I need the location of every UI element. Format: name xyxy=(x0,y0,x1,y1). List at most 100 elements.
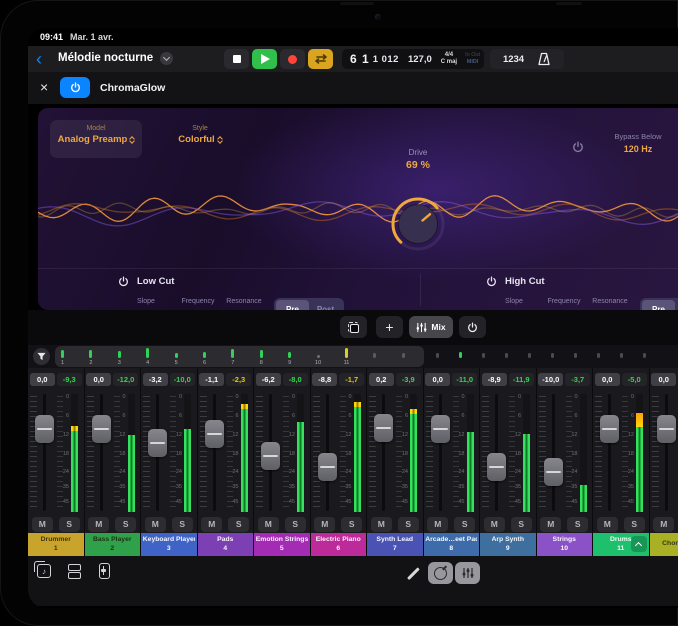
meter-scale-label: 35 xyxy=(119,484,125,490)
track-name-label[interactable]: Synth Lead 7 xyxy=(367,533,423,556)
mute-button[interactable]: M xyxy=(32,517,53,532)
track-name-label[interactable]: Arp Synth 9 xyxy=(480,533,536,556)
meter-scale-label: 0 xyxy=(518,394,521,400)
solo-button[interactable]: S xyxy=(228,517,249,532)
low-cut-frequency[interactable]: Frequency 500 Hz xyxy=(176,298,220,310)
record-button[interactable] xyxy=(280,49,305,69)
channel-volume-value[interactable]: 0,0 xyxy=(425,373,450,386)
solo-button[interactable]: S xyxy=(172,517,193,532)
track-name-label[interactable]: Drummer 1 xyxy=(28,533,84,556)
mute-button[interactable]: M xyxy=(88,517,109,532)
track-name-label[interactable]: Arcade…eet Pad 8 xyxy=(424,533,480,556)
mute-button[interactable]: M xyxy=(371,517,392,532)
channel-volume-value[interactable]: -6,2 xyxy=(256,373,281,386)
overview-meter-tick xyxy=(482,353,485,358)
overview-meter-tick xyxy=(317,355,320,358)
controls-view-button[interactable] xyxy=(428,562,453,584)
add-track-button[interactable]: + xyxy=(376,316,403,338)
lcd-display[interactable]: 6 1 1 012 127,0 4/4 C maj In Out MIDI xyxy=(342,49,484,69)
mute-button[interactable]: M xyxy=(258,517,279,532)
channel-volume-value[interactable]: 0,2 xyxy=(369,373,394,386)
pre-option[interactable]: Pre xyxy=(642,300,675,310)
channel-volume-value[interactable]: 0,0 xyxy=(651,373,676,386)
metronome-icon[interactable] xyxy=(537,52,551,66)
mute-button[interactable]: M xyxy=(427,517,448,532)
browser-button[interactable] xyxy=(66,563,82,579)
track-name-label[interactable]: Drums 11 xyxy=(593,533,649,556)
solo-button[interactable]: S xyxy=(59,517,80,532)
style-selector[interactable]: Style Colorful xyxy=(156,120,244,158)
solo-button[interactable]: S xyxy=(511,517,532,532)
collapse-chevron-button[interactable] xyxy=(631,536,647,552)
track-name-label[interactable]: Chorus V xyxy=(650,533,678,556)
loop-browser-button[interactable]: ♪ xyxy=(36,563,52,579)
meter-scale: 061218243545 xyxy=(480,390,521,515)
fader-zone: 061218243545 xyxy=(198,390,254,515)
low-cut-slope[interactable]: Slope 24 dB/Oct xyxy=(116,298,176,310)
mixer-power-button[interactable] xyxy=(459,316,486,338)
solo-button[interactable]: S xyxy=(624,517,645,532)
track-name-label[interactable]: Electric Piano 6 xyxy=(311,533,367,556)
high-cut-slope[interactable]: Slope 24 dB/Oct xyxy=(484,298,544,310)
low-cut-pre-post-toggle[interactable]: Pre Post xyxy=(274,298,344,310)
high-cut-resonance[interactable]: Resonance 0.71 xyxy=(588,298,632,310)
channel-volume-value[interactable]: 0,0 xyxy=(595,373,620,386)
track-name-label[interactable]: Bass Player 2 xyxy=(85,533,141,556)
channel-volume-value[interactable]: 0,0 xyxy=(30,373,55,386)
edit-pencil-icon[interactable] xyxy=(407,567,419,579)
low-cut-resonance[interactable]: Resonance 0.71 xyxy=(222,298,266,310)
count-in-button[interactable]: 1234 xyxy=(503,54,524,65)
channel-volume-value[interactable]: -3,2 xyxy=(143,373,168,386)
back-chevron-icon[interactable]: ‹ xyxy=(36,47,42,71)
close-plugin-icon[interactable]: × xyxy=(40,79,48,95)
post-option[interactable]: Post xyxy=(309,300,342,310)
bypass-power-icon[interactable] xyxy=(572,140,584,158)
track-name-label[interactable]: Keyboard Player 3 xyxy=(141,533,197,556)
high-cut-pre-post-toggle[interactable]: Pre Post xyxy=(640,298,678,310)
mix-view-button[interactable]: Mix xyxy=(409,316,453,338)
solo-button[interactable]: S xyxy=(567,517,588,532)
channel-volume-value[interactable]: -1,1 xyxy=(199,373,224,386)
overview-meter-tick xyxy=(146,348,149,358)
plugin-power-button[interactable] xyxy=(60,77,90,98)
mute-button[interactable]: M xyxy=(653,517,674,532)
solo-button[interactable]: S xyxy=(454,517,475,532)
cycle-button[interactable] xyxy=(308,49,333,69)
drive-knob[interactable] xyxy=(388,194,448,254)
fader-view-button[interactable] xyxy=(96,563,112,579)
mute-button[interactable]: M xyxy=(540,517,561,532)
duplicate-button[interactable] xyxy=(340,316,367,338)
mute-button[interactable]: M xyxy=(484,517,505,532)
ipad-device-frame: 09:41 Mar. 1 avr. ‹ Mélodie nocturne xyxy=(0,0,678,626)
mute-solo-row: M S xyxy=(198,515,254,533)
mute-button[interactable]: M xyxy=(597,517,618,532)
channel-volume-value[interactable]: -8,8 xyxy=(312,373,337,386)
play-button[interactable] xyxy=(252,49,277,69)
pre-option[interactable]: Pre xyxy=(276,300,309,310)
overview-meter-tick xyxy=(505,353,508,358)
mixer-view-button[interactable] xyxy=(455,562,480,584)
project-title[interactable]: Mélodie nocturne xyxy=(58,52,153,64)
channel-volume-value[interactable]: 0,0 xyxy=(86,373,111,386)
track-name-label[interactable]: Pads 4 xyxy=(198,533,254,556)
mute-button[interactable]: M xyxy=(314,517,335,532)
stop-button[interactable] xyxy=(224,49,249,69)
high-cut-power-icon[interactable] xyxy=(486,276,497,287)
solo-button[interactable]: S xyxy=(285,517,306,532)
bypass-below-control[interactable]: Bypass Below 120 Hz xyxy=(598,132,678,154)
channel-volume-value[interactable]: -8,9 xyxy=(482,373,507,386)
mute-button[interactable]: M xyxy=(201,517,222,532)
solo-button[interactable]: S xyxy=(398,517,419,532)
overview-visible-window[interactable]: 1234567891011 xyxy=(55,346,424,367)
mute-button[interactable]: M xyxy=(145,517,166,532)
solo-button[interactable]: S xyxy=(341,517,362,532)
solo-button[interactable]: S xyxy=(115,517,136,532)
model-selector[interactable]: Model Analog Preamp xyxy=(50,120,142,158)
low-cut-power-icon[interactable] xyxy=(118,276,129,287)
high-cut-frequency[interactable]: Frequency 4000 Hz xyxy=(542,298,586,310)
channel-volume-value[interactable]: -10,0 xyxy=(538,373,563,386)
track-name-label[interactable]: Emotion Strings 5 xyxy=(254,533,310,556)
filter-button[interactable] xyxy=(33,348,50,365)
track-name-label[interactable]: Strings 10 xyxy=(537,533,593,556)
project-menu-button[interactable] xyxy=(160,52,173,65)
